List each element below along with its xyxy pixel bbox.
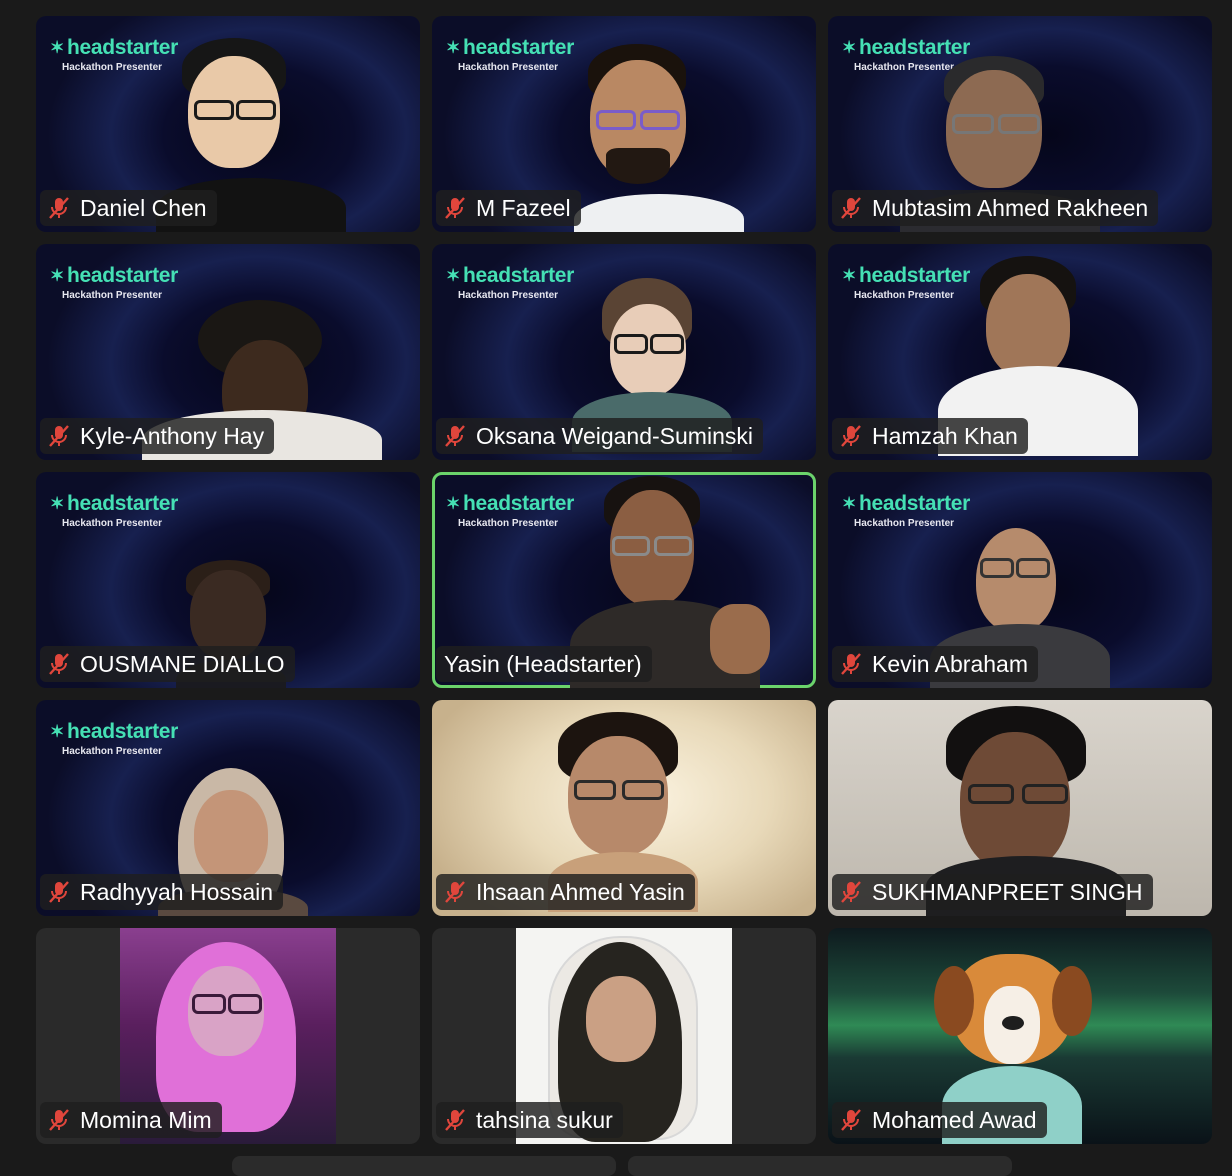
participant-name: tahsina sukur: [476, 1106, 613, 1133]
star-icon: ✶: [50, 494, 64, 513]
participant-name: Hamzah Khan: [872, 422, 1018, 449]
participant-name-tag: OUSMANE DIALLO: [40, 646, 295, 682]
participant-name-tag: Kevin Abraham: [832, 646, 1038, 682]
video-tile[interactable]: ✶ headstarter Hackathon Presenter Oksana …: [432, 244, 816, 460]
video-tile[interactable]: ✶ headstarter Hackathon Presenter OUSMANE…: [36, 472, 420, 688]
star-icon: ✶: [446, 494, 460, 513]
star-icon: ✶: [842, 266, 856, 285]
star-icon: ✶: [50, 38, 64, 57]
star-icon: ✶: [842, 38, 856, 57]
headstarter-logo: ✶ headstarter Hackathon Presenter: [842, 264, 971, 301]
participant-name: Kyle-Anthony Hay: [80, 422, 265, 449]
video-tile[interactable]: ✶ headstarter Hackathon Presenter Radhyya…: [36, 700, 420, 916]
video-tile-partial[interactable]: [232, 1156, 616, 1176]
participant-name: OUSMANE DIALLO: [80, 650, 285, 677]
mic-muted-icon[interactable]: [838, 195, 864, 221]
star-icon: ✶: [50, 266, 64, 285]
video-tile[interactable]: ✶ headstarter Hackathon Presenter Daniel …: [36, 16, 420, 232]
participant-name-tag: SUKHMANPREET SINGH: [832, 874, 1153, 910]
participant-name-tag: Hamzah Khan: [832, 418, 1028, 454]
participant-name: Ihsaan Ahmed Yasin: [476, 878, 685, 905]
headstarter-logo: ✶ headstarter Hackathon Presenter: [446, 492, 575, 529]
mic-muted-icon[interactable]: [838, 651, 864, 677]
participant-name-tag: Yasin (Headstarter): [436, 646, 652, 682]
mic-muted-icon[interactable]: [442, 423, 468, 449]
star-icon: ✶: [446, 266, 460, 285]
participant-name-tag: tahsina sukur: [436, 1102, 623, 1138]
video-tile[interactable]: ✶ headstarter Hackathon Presenter Kevin A…: [828, 472, 1212, 688]
participant-name-tag: Kyle-Anthony Hay: [40, 418, 275, 454]
participant-name: Mubtasim Ahmed Rakheen: [872, 194, 1149, 221]
participant-name-tag: M Fazeel: [436, 190, 581, 226]
headstarter-logo: ✶ headstarter Hackathon Presenter: [446, 36, 575, 73]
video-tile[interactable]: ✶ headstarter Hackathon Presenter Kyle-An…: [36, 244, 420, 460]
participant-name-tag: Mubtasim Ahmed Rakheen: [832, 190, 1159, 226]
mic-muted-icon[interactable]: [46, 195, 72, 221]
mic-muted-icon[interactable]: [442, 1107, 468, 1133]
mic-muted-icon[interactable]: [442, 879, 468, 905]
video-tile[interactable]: ✶ headstarter Hackathon Presenter Hamzah …: [828, 244, 1212, 460]
headstarter-logo: ✶ headstarter Hackathon Presenter: [446, 264, 575, 301]
star-icon: ✶: [446, 38, 460, 57]
participant-name-tag: Momina Mim: [40, 1102, 222, 1138]
mic-muted-icon[interactable]: [46, 879, 72, 905]
video-tile[interactable]: tahsina sukur: [432, 928, 816, 1144]
participant-name: Kevin Abraham: [872, 650, 1028, 677]
participant-name: Yasin (Headstarter): [444, 650, 642, 677]
participant-name-tag: Radhyyah Hossain: [40, 874, 284, 910]
participant-name: Momina Mim: [80, 1106, 212, 1133]
star-icon: ✶: [842, 494, 856, 513]
headstarter-logo: ✶ headstarter Hackathon Presenter: [50, 264, 179, 301]
headstarter-logo: ✶ headstarter Hackathon Presenter: [50, 720, 179, 757]
participant-name: Mohamed Awad: [872, 1106, 1037, 1133]
headstarter-logo: ✶ headstarter Hackathon Presenter: [842, 36, 971, 73]
participant-name-tag: Daniel Chen: [40, 190, 217, 226]
video-tile[interactable]: ✶ headstarter Hackathon Presenter M Fazee…: [432, 16, 816, 232]
participant-name-tag: Oksana Weigand-Suminski: [436, 418, 763, 454]
mic-muted-icon[interactable]: [838, 423, 864, 449]
participant-name: Oksana Weigand-Suminski: [476, 422, 753, 449]
mic-muted-icon[interactable]: [46, 1107, 72, 1133]
headstarter-logo: ✶ headstarter Hackathon Presenter: [50, 36, 179, 73]
participant-name-tag: Ihsaan Ahmed Yasin: [436, 874, 695, 910]
video-tile-active-speaker[interactable]: ✶ headstarter Hackathon Presenter Yasin (…: [432, 472, 816, 688]
star-icon: ✶: [50, 722, 64, 741]
participant-name: Daniel Chen: [80, 194, 207, 221]
video-tile[interactable]: Momina Mim: [36, 928, 420, 1144]
mic-muted-icon[interactable]: [442, 195, 468, 221]
video-tile[interactable]: Ihsaan Ahmed Yasin: [432, 700, 816, 916]
mic-muted-icon[interactable]: [838, 1107, 864, 1133]
mic-muted-icon[interactable]: [838, 879, 864, 905]
video-tile-partial[interactable]: [628, 1156, 1012, 1176]
participant-name: SUKHMANPREET SINGH: [872, 878, 1143, 905]
headstarter-logo: ✶ headstarter Hackathon Presenter: [842, 492, 971, 529]
participant-name-tag: Mohamed Awad: [832, 1102, 1047, 1138]
mic-muted-icon[interactable]: [46, 423, 72, 449]
video-tile[interactable]: ✶ headstarter Hackathon Presenter Mubtasi…: [828, 16, 1212, 232]
participant-name: M Fazeel: [476, 194, 571, 221]
participant-name: Radhyyah Hossain: [80, 878, 274, 905]
video-tile[interactable]: Mohamed Awad: [828, 928, 1212, 1144]
video-tile[interactable]: SUKHMANPREET SINGH: [828, 700, 1212, 916]
mic-muted-icon[interactable]: [46, 651, 72, 677]
headstarter-logo: ✶ headstarter Hackathon Presenter: [50, 492, 179, 529]
